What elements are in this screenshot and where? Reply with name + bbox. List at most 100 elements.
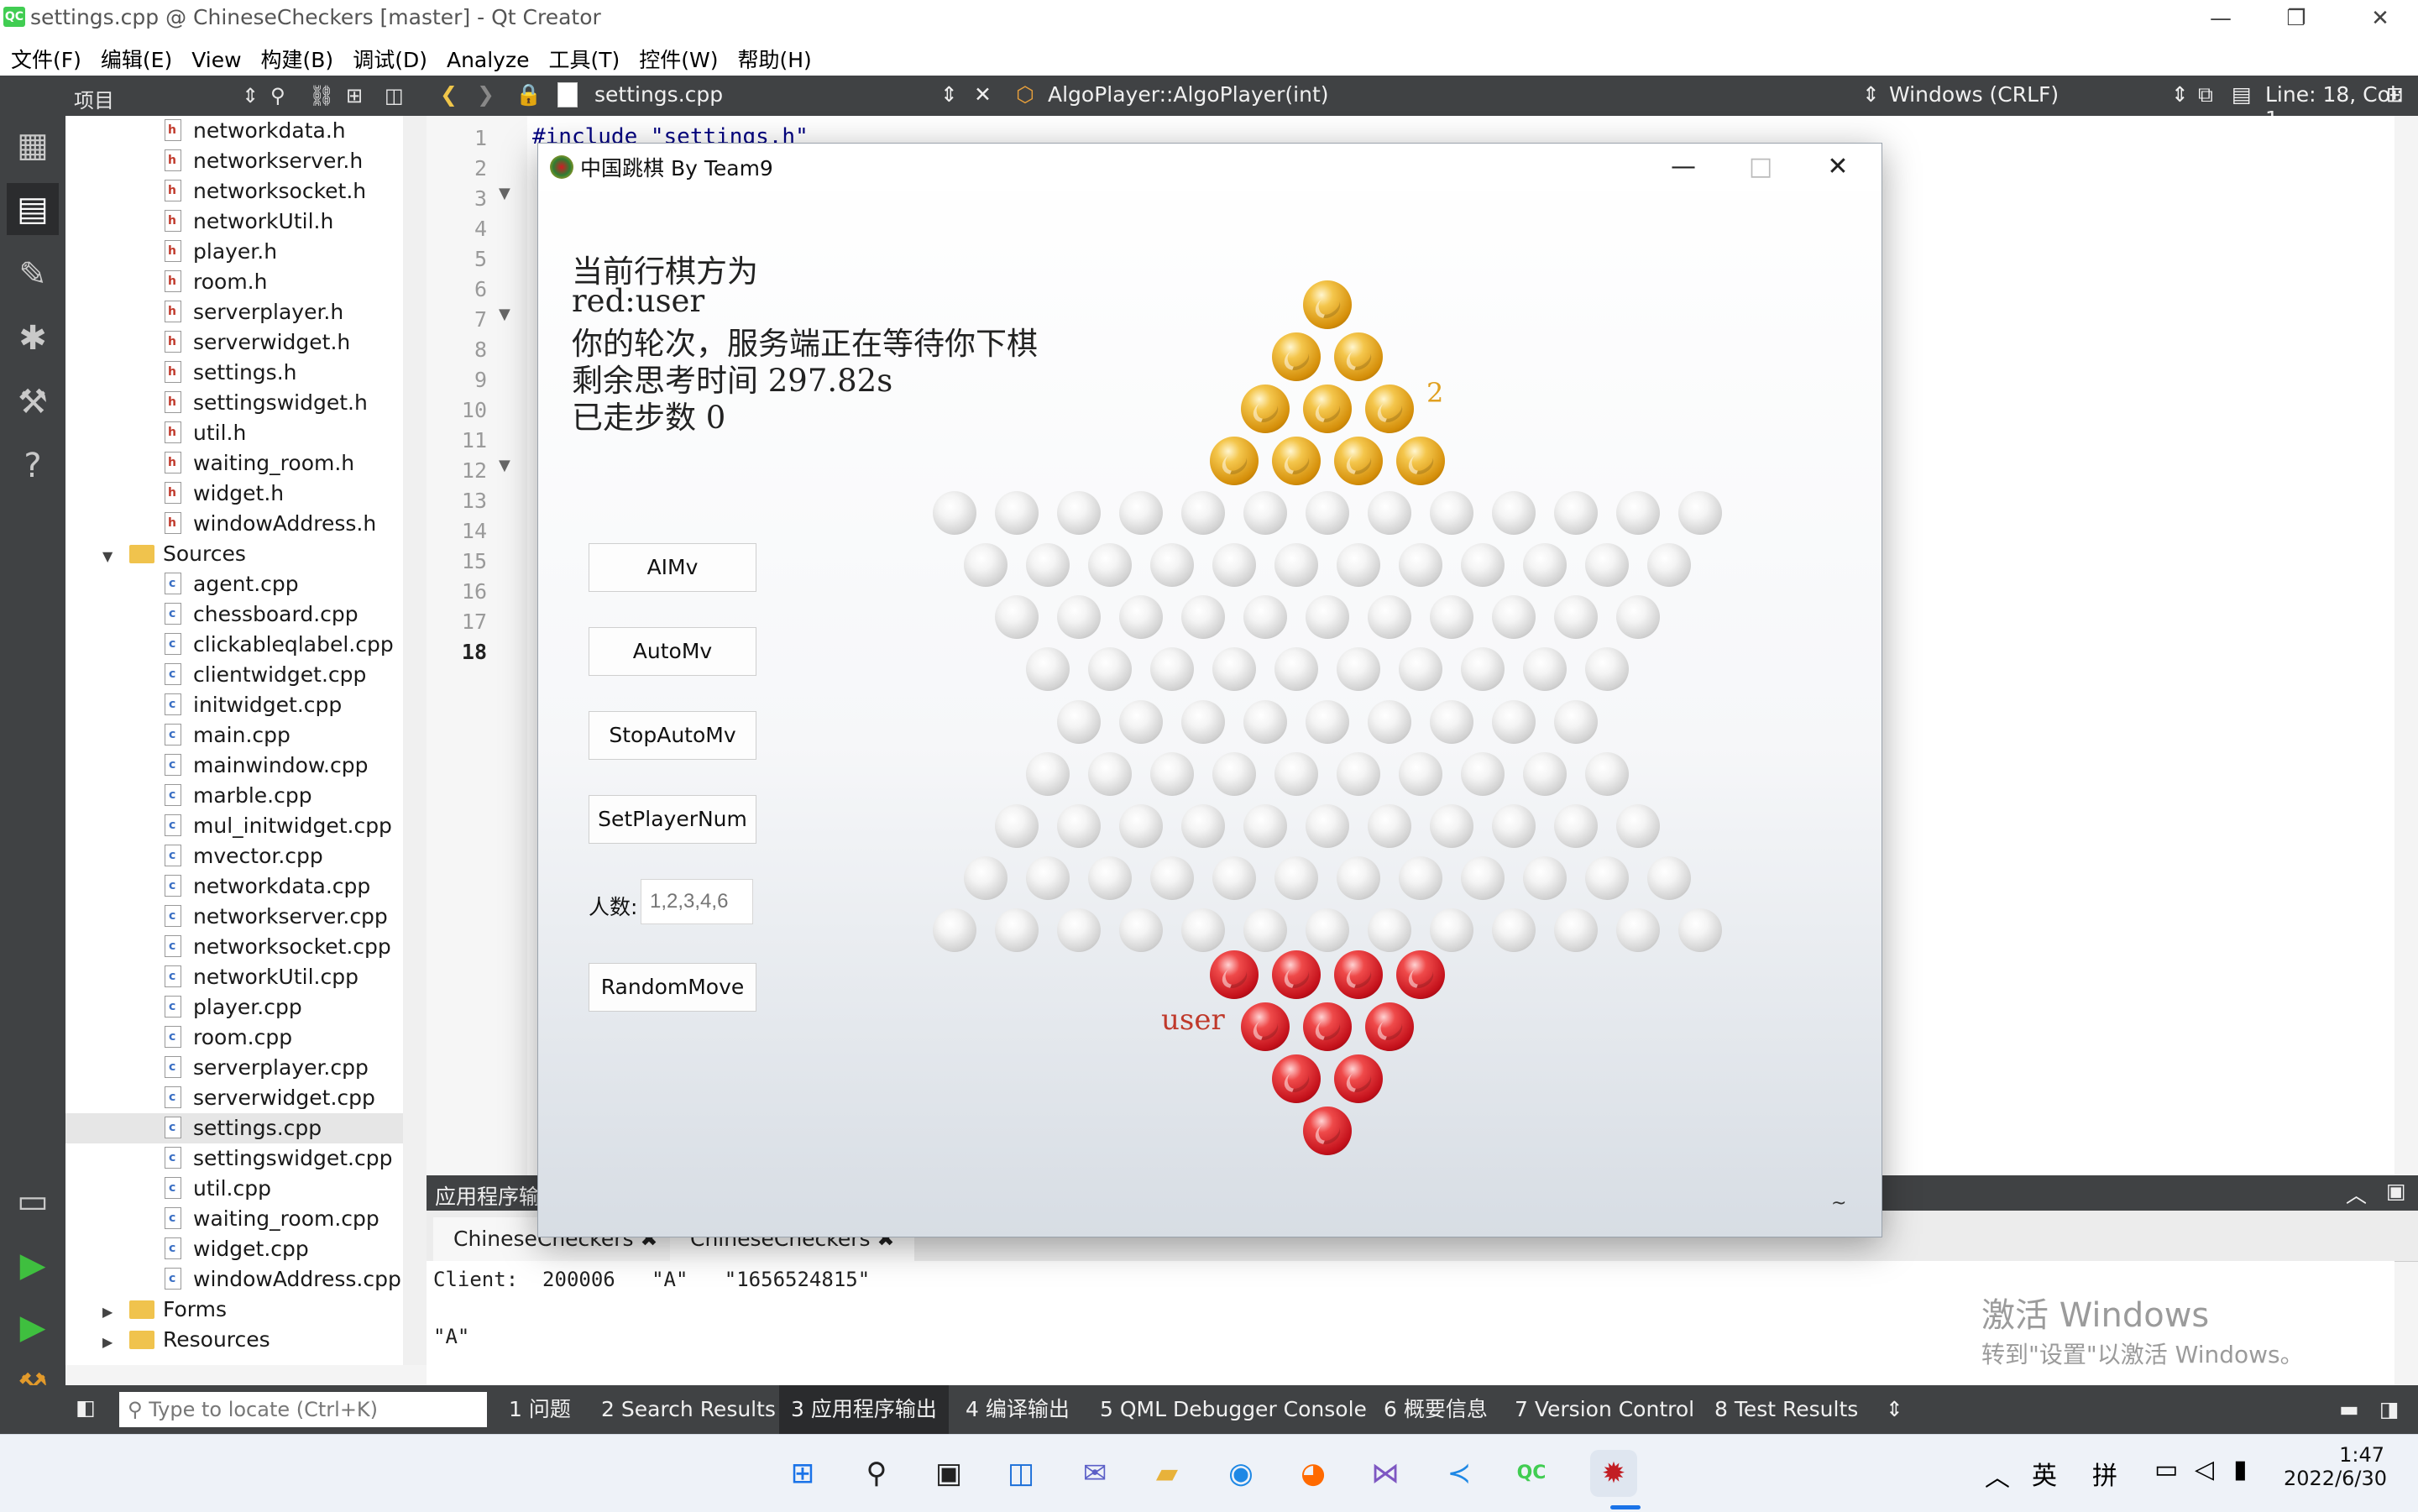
board-hole[interactable] [964, 856, 1008, 901]
close-pane-icon[interactable]: ◫ [385, 84, 404, 107]
board-hole[interactable] [1492, 595, 1536, 640]
header-file-item[interactable]: room.h [165, 266, 267, 297]
board-hole[interactable] [995, 491, 1039, 535]
board-hole[interactable] [1337, 543, 1380, 588]
tab-general-messages[interactable]: 6 概要信息 [1372, 1385, 1499, 1434]
board-hole[interactable] [1150, 751, 1194, 796]
board-hole[interactable] [1616, 491, 1660, 535]
source-file-item[interactable]: networkUtil.cpp [165, 961, 359, 992]
yellow-piece[interactable] [1396, 437, 1445, 485]
pane-selector-arrows-icon[interactable]: ⇕ [242, 84, 259, 107]
search-icon[interactable]: ⚲ [853, 1450, 900, 1497]
source-file-item[interactable]: room.cpp [165, 1022, 292, 1053]
menu-debug[interactable]: 调试(D) [344, 37, 436, 74]
board-hole[interactable] [1119, 491, 1163, 535]
board-hole[interactable] [1523, 751, 1567, 796]
board-hole[interactable] [1212, 856, 1256, 901]
board-hole[interactable] [1150, 856, 1194, 901]
board-hole[interactable] [1088, 751, 1132, 796]
tab-test-results[interactable]: 8 Test Results [1703, 1385, 1870, 1434]
task-view-icon[interactable]: ▣ [925, 1450, 972, 1497]
board-hole[interactable] [1399, 543, 1442, 588]
header-file-item[interactable]: player.h [165, 236, 277, 267]
tab-search-results[interactable]: 2 Search Results [589, 1385, 788, 1434]
debug-mode-icon[interactable]: ✱ [7, 312, 59, 364]
run-icon[interactable]: ▶ [7, 1239, 59, 1291]
board-hole[interactable] [1430, 803, 1473, 848]
board-hole[interactable] [1057, 699, 1101, 744]
header-file-item[interactable]: networkUtil.h [165, 206, 333, 237]
yellow-piece[interactable] [1272, 437, 1321, 485]
qt-creator-icon[interactable]: QC [1508, 1450, 1555, 1497]
debug-run-icon[interactable]: ▶ [7, 1301, 59, 1353]
board-hole[interactable] [1492, 699, 1536, 744]
restore-button[interactable]: ❐ [2258, 0, 2334, 37]
menu-file[interactable]: 文件(F) [3, 37, 90, 74]
split-icon[interactable]: ⊞ [346, 84, 363, 107]
board-hole[interactable] [1647, 856, 1691, 901]
board-hole[interactable] [1461, 856, 1505, 901]
close-pane-icon[interactable]: ▣ [2386, 1179, 2406, 1203]
board-hole[interactable] [1368, 491, 1411, 535]
menu-edit[interactable]: 编辑(E) [92, 37, 181, 74]
board-hole[interactable] [1026, 751, 1070, 796]
menu-build[interactable]: 构建(B) [253, 37, 343, 74]
board-hole[interactable] [1306, 699, 1349, 744]
board-hole[interactable] [1461, 751, 1505, 796]
red-piece[interactable] [1334, 1054, 1383, 1103]
battery-icon[interactable]: ▮ [2233, 1455, 2248, 1484]
board-hole[interactable] [1181, 699, 1225, 744]
board-hole[interactable] [1119, 699, 1163, 744]
volume-icon[interactable]: ◁ [2195, 1455, 2214, 1484]
board-hole[interactable] [1181, 491, 1225, 535]
red-piece[interactable] [1365, 1002, 1414, 1051]
board-hole[interactable] [1554, 595, 1598, 640]
board-hole[interactable] [1616, 595, 1660, 640]
board-hole[interactable] [1026, 543, 1070, 588]
board-hole[interactable] [1430, 908, 1473, 953]
board-hole[interactable] [1337, 751, 1380, 796]
board-hole[interactable] [995, 803, 1039, 848]
toggle-right-sidebar-icon[interactable]: ◨ [2368, 1385, 2411, 1434]
board-hole[interactable] [1274, 751, 1318, 796]
split-editor-icon[interactable]: ⊞ [2386, 82, 2404, 107]
board-hole[interactable] [1212, 751, 1256, 796]
board-hole[interactable] [1212, 647, 1256, 692]
chevron-right-icon[interactable]: ▶ [102, 1297, 116, 1327]
board-hole[interactable] [1026, 856, 1070, 901]
board-hole[interactable] [1150, 647, 1194, 692]
yellow-piece[interactable] [1334, 332, 1383, 381]
board-hole[interactable] [1306, 803, 1349, 848]
source-file-item[interactable]: clickableqlabel.cpp [165, 629, 394, 660]
symbol-selector[interactable]: AlgoPlayer::AlgoPlayer(int) [1048, 82, 1329, 107]
red-piece[interactable] [1334, 950, 1383, 999]
board-hole[interactable] [1119, 595, 1163, 640]
board-hole[interactable] [1026, 647, 1070, 692]
red-piece[interactable] [1303, 1002, 1352, 1051]
source-file-item[interactable]: marble.cpp [165, 780, 312, 811]
design-mode-icon[interactable]: ✎ [7, 249, 59, 301]
board-hole[interactable] [1523, 543, 1567, 588]
board-hole[interactable] [1368, 699, 1411, 744]
menu-view[interactable]: View [183, 41, 249, 72]
source-file-item[interactable]: settingswidget.cpp [165, 1143, 392, 1174]
teams-chat-icon[interactable]: ✉ [1071, 1450, 1118, 1497]
board-hole[interactable] [1430, 595, 1473, 640]
progress-toggle-icon[interactable]: ▬ [2327, 1385, 2371, 1434]
yellow-piece[interactable] [1334, 437, 1383, 485]
source-file-item[interactable]: networkdata.cpp [165, 871, 370, 902]
fold-arrow-icon[interactable]: ▼ [499, 457, 510, 474]
board-hole[interactable] [1243, 908, 1287, 953]
kit-selector-icon[interactable]: ▭ [7, 1175, 59, 1227]
board-hole[interactable] [1492, 491, 1536, 535]
board-hole[interactable] [1057, 491, 1101, 535]
locator-input[interactable]: ⚲ Type to locate (Ctrl+K) [119, 1392, 487, 1427]
help-mode-icon[interactable]: ? [7, 440, 59, 492]
source-file-item[interactable]: agent.cpp [165, 568, 299, 599]
board-hole[interactable] [1088, 543, 1132, 588]
close-button[interactable]: ✕ [2342, 0, 2418, 37]
board-hole[interactable] [1306, 491, 1349, 535]
source-file-item[interactable]: clientwidget.cpp [165, 659, 366, 690]
project-scrollbar[interactable] [403, 116, 427, 1365]
yellow-piece[interactable] [1303, 280, 1352, 329]
